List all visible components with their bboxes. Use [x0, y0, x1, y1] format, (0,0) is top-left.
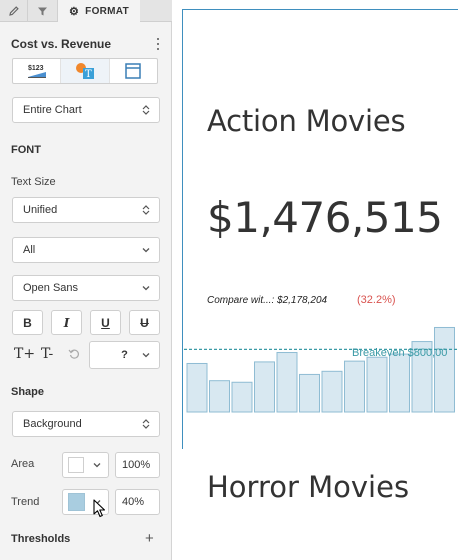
chevron-down-icon [142, 286, 150, 291]
updown-caret-icon [142, 419, 150, 429]
comparison-percent: (32.2%) [357, 294, 396, 306]
horror-movies-title: Horror Movies [207, 470, 410, 504]
trend-bar-chart [184, 326, 458, 413]
text-size-label: Text Size [11, 176, 56, 188]
text-range-value: All [23, 244, 36, 256]
area-color-picker[interactable] [62, 452, 109, 478]
area-color-swatch [68, 457, 84, 473]
number-format-icon: $123 [27, 65, 46, 78]
trend-bar [321, 370, 343, 413]
text-size-value: Unified [23, 204, 58, 216]
number-format-button[interactable]: $123 [13, 59, 62, 83]
text-style-button[interactable]: T [61, 59, 110, 83]
area-label: Area [11, 458, 35, 470]
panel-tabs: ⚙ FORMAT [0, 0, 172, 23]
font-family-select[interactable]: Open Sans [12, 275, 160, 301]
trend-bar [231, 381, 253, 413]
format-panel: ⚙ FORMAT Cost vs. Revenue $123 T Entire … [0, 0, 172, 560]
updown-caret-icon [142, 205, 150, 215]
breakeven-label: Breakeven $800,00 [352, 347, 448, 359]
trend-color-swatch [68, 493, 85, 511]
filter-icon [38, 7, 47, 15]
layout-button[interactable] [110, 59, 157, 83]
svg-text:T: T [85, 69, 92, 80]
layout-icon [125, 63, 142, 79]
font-size-increase-button[interactable]: T+ [14, 346, 35, 362]
text-size-select[interactable]: Unified [12, 197, 160, 223]
mouse-cursor-icon [93, 499, 106, 518]
shape-heading: Shape [11, 386, 45, 398]
italic-button[interactable]: I [51, 310, 82, 335]
action-movies-title: Action Movies [207, 104, 406, 138]
pencil-icon [8, 6, 19, 16]
font-heading: FONT [11, 144, 41, 156]
trend-bar [299, 373, 320, 413]
format-mode-selector: $123 T [12, 58, 158, 84]
area-opacity-input[interactable]: 100% [115, 452, 160, 478]
add-threshold-icon[interactable]: + [145, 530, 154, 547]
strikethrough-button[interactable]: U [129, 310, 160, 335]
trend-bar [209, 380, 230, 413]
tab-format[interactable]: ⚙ FORMAT [58, 0, 140, 23]
scope-select[interactable]: Entire Chart [12, 97, 160, 123]
shape-target-select[interactable]: Background [12, 411, 160, 437]
chevron-down-icon [142, 353, 150, 358]
tab-edit[interactable] [0, 0, 28, 22]
dashboard-canvas: Action Movies $1,476,515 Compare wit...:… [172, 0, 458, 560]
trend-bar [366, 356, 388, 413]
reset-icon[interactable] [68, 348, 80, 360]
gear-icon: ⚙ [69, 6, 80, 18]
font-family-value: Open Sans [23, 282, 79, 294]
trend-bar [389, 353, 410, 413]
panel-title: Cost vs. Revenue [11, 37, 112, 51]
bold-button[interactable]: B [12, 310, 43, 335]
action-movies-value: $1,476,515 [207, 193, 443, 242]
tab-filter[interactable] [28, 0, 58, 22]
trend-bar [434, 326, 455, 413]
trend-bar [186, 362, 208, 413]
tab-format-label: FORMAT [85, 6, 129, 17]
chevron-down-icon [142, 248, 150, 253]
thresholds-heading: Thresholds [11, 533, 71, 545]
trend-bar [276, 352, 298, 413]
font-size-value: ? [121, 349, 128, 361]
trend-opacity-input[interactable]: 40% [115, 489, 160, 515]
trend-label: Trend [11, 496, 40, 508]
more-options-icon[interactable] [152, 36, 164, 52]
updown-caret-icon [142, 105, 150, 115]
trend-bar [344, 360, 365, 413]
text-range-select[interactable]: All [12, 237, 160, 263]
font-size-decrease-button[interactable]: T- [41, 346, 53, 362]
chevron-down-icon [93, 463, 101, 468]
shape-target-value: Background [23, 418, 82, 430]
text-style-icon: T [75, 63, 94, 80]
underline-button[interactable]: U [90, 310, 121, 335]
svg-text:$123: $123 [28, 65, 44, 72]
scope-select-value: Entire Chart [23, 104, 82, 116]
trend-bar [254, 361, 275, 413]
comparison-text: Compare wit...: $2,178,204 [207, 295, 328, 306]
font-size-select[interactable]: ? [89, 341, 160, 369]
